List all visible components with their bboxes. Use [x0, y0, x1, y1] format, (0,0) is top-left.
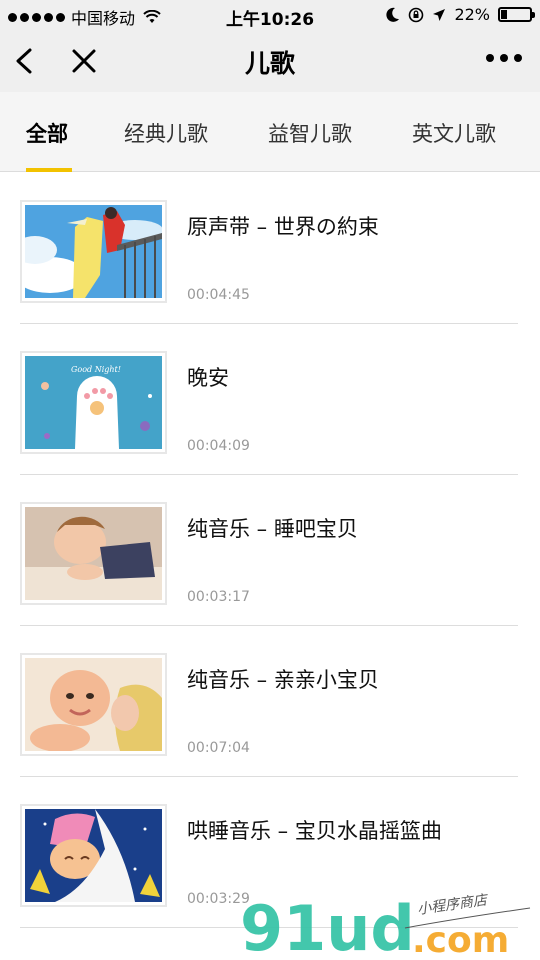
song-duration: 00:04:09 [187, 438, 250, 454]
watermark-domain: .com [412, 920, 509, 960]
status-bar: 中国移动 上午10:26 22% [0, 0, 540, 30]
active-tab-indicator [26, 168, 72, 172]
song-duration: 00:04:45 [187, 287, 250, 303]
tab-classic[interactable]: 经典儿歌 [124, 118, 208, 148]
watermark-tagline: 小程序商店 [416, 892, 490, 918]
song-thumbnail [20, 653, 167, 756]
song-title: 原声带 – 世界の約束 [187, 215, 379, 239]
navigation-bar: 儿歌 [0, 30, 540, 92]
song-list: 原声带 – 世界の約束 00:04:45 Good Night! 晚安 00:0… [0, 173, 540, 928]
battery-percent: 22% [454, 5, 490, 24]
battery-icon [498, 7, 535, 22]
song-thumbnail [20, 804, 167, 907]
tab-english[interactable]: 英文儿歌 [412, 118, 496, 148]
tab-educational[interactable]: 益智儿歌 [268, 118, 352, 148]
tab-all[interactable]: 全部 [26, 118, 68, 148]
status-right: 22% [386, 5, 535, 24]
song-thumbnail: Good Night! [20, 351, 167, 454]
song-thumbnail [20, 502, 167, 605]
rotation-lock-icon [409, 7, 424, 22]
song-title: 哄睡音乐 – 宝贝水晶摇篮曲 [187, 819, 442, 843]
watermark-brand: 91ud [240, 892, 415, 960]
location-icon [433, 8, 446, 21]
list-item[interactable]: 纯音乐 – 睡吧宝贝 00:03:17 [0, 475, 540, 626]
list-item[interactable]: 原声带 – 世界の約束 00:04:45 [0, 173, 540, 324]
list-item[interactable]: Good Night! 晚安 00:04:09 [0, 324, 540, 475]
song-duration: 00:07:04 [187, 740, 250, 756]
song-duration: 00:03:17 [187, 589, 250, 605]
more-icon[interactable] [486, 54, 522, 62]
song-thumbnail [20, 200, 167, 303]
song-title: 晚安 [187, 366, 229, 390]
category-tabs: 全部 经典儿歌 益智儿歌 英文儿歌 [0, 92, 540, 172]
moon-icon [386, 7, 400, 22]
watermark-logo: 91ud .com 小程序商店 [240, 892, 531, 960]
song-title: 纯音乐 – 睡吧宝贝 [187, 517, 358, 541]
page-title: 儿歌 [244, 49, 295, 78]
song-title: 纯音乐 – 亲亲小宝贝 [187, 668, 379, 692]
good-night-text: Good Night! [71, 365, 121, 374]
list-item[interactable]: 纯音乐 – 亲亲小宝贝 00:07:04 [0, 626, 540, 777]
battery-fill [501, 10, 507, 19]
